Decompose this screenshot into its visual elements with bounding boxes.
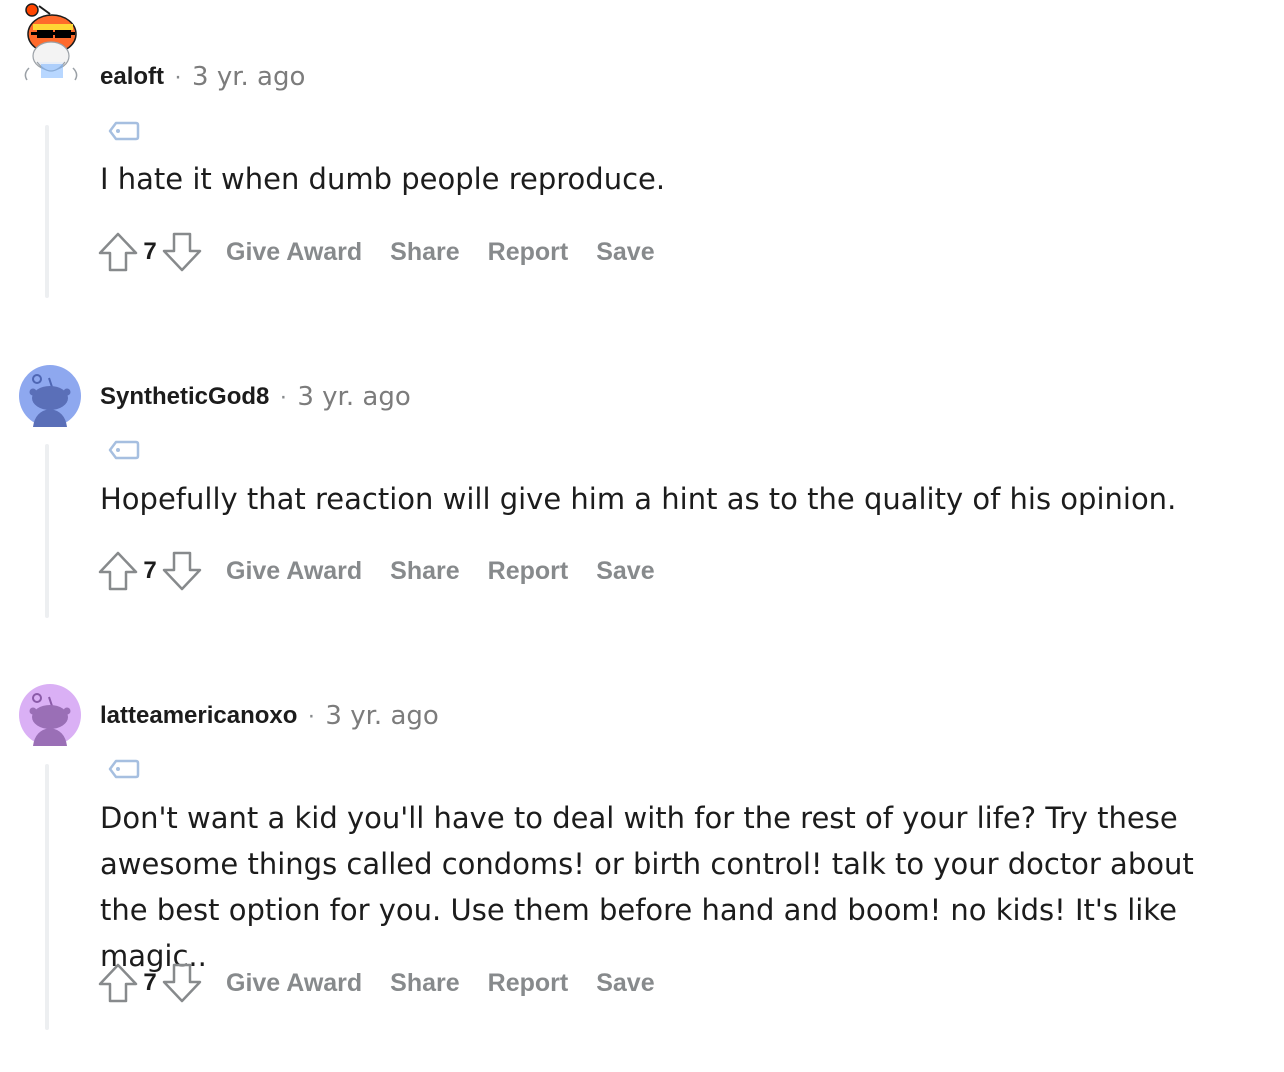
comment-body: Hopefully that reaction will give him a … <box>100 482 1177 516</box>
share-button[interactable]: Share <box>390 238 459 267</box>
downvote-button[interactable] <box>160 961 204 1005</box>
upvote-button[interactable] <box>96 961 140 1005</box>
user-avatar[interactable] <box>19 3 81 90</box>
author-username[interactable]: SyntheticGod8 <box>100 383 269 411</box>
share-button[interactable]: Share <box>390 969 459 998</box>
flair-tag-icon <box>108 440 140 460</box>
report-button[interactable]: Report <box>488 969 569 998</box>
snoo-sunglasses-avatar-icon <box>24 3 78 81</box>
save-button[interactable]: Save <box>596 238 654 267</box>
author-username[interactable]: ealoft <box>100 63 164 91</box>
snoo-default-blue-avatar-icon <box>19 365 81 427</box>
vote-score: 7 <box>143 238 157 265</box>
user-avatar[interactable] <box>19 365 81 427</box>
author-username[interactable]: latteamericanoxo <box>100 702 297 730</box>
comment-meta: ealoft · 3 yr. ago <box>100 62 305 92</box>
give-award-button[interactable]: Give Award <box>226 238 362 267</box>
downvote-button[interactable] <box>160 549 204 593</box>
snoo-default-purple-avatar-icon <box>19 684 81 746</box>
give-award-button[interactable]: Give Award <box>226 969 362 998</box>
downvote-arrow-icon <box>162 963 202 1003</box>
report-button[interactable]: Report <box>488 238 569 267</box>
comment-body: I hate it when dumb people reproduce. <box>100 162 666 196</box>
flair-tag-icon <box>108 121 140 141</box>
comment-meta: SyntheticGod8 · 3 yr. ago <box>100 382 411 412</box>
comment-timestamp[interactable]: 3 yr. ago <box>325 701 438 731</box>
comment-actions: 7 Give Award Share Report Save <box>96 961 655 1005</box>
thread-collapse-line[interactable] <box>45 444 49 618</box>
vote-score: 7 <box>143 557 157 584</box>
downvote-arrow-icon <box>162 551 202 591</box>
report-button[interactable]: Report <box>488 557 569 586</box>
vote-score: 7 <box>143 969 157 996</box>
thread-collapse-line[interactable] <box>45 764 49 1030</box>
upvote-button[interactable] <box>96 230 140 274</box>
comment-body: Don't want a kid you'll have to deal wit… <box>100 801 1194 973</box>
meta-separator: · <box>307 702 316 729</box>
save-button[interactable]: Save <box>596 969 654 998</box>
save-button[interactable]: Save <box>596 557 654 586</box>
comment-meta: latteamericanoxo · 3 yr. ago <box>100 701 439 731</box>
flair-tag-icon <box>108 759 140 779</box>
upvote-arrow-icon <box>98 232 138 272</box>
thread-collapse-line[interactable] <box>45 125 49 298</box>
share-button[interactable]: Share <box>390 557 459 586</box>
comment-actions: 7 Give Award Share Report Save <box>96 230 655 274</box>
upvote-button[interactable] <box>96 549 140 593</box>
meta-separator: · <box>279 383 288 410</box>
meta-separator: · <box>174 63 183 90</box>
give-award-button[interactable]: Give Award <box>226 557 362 586</box>
comment-timestamp[interactable]: 3 yr. ago <box>297 382 410 412</box>
upvote-arrow-icon <box>98 551 138 591</box>
comment-actions: 7 Give Award Share Report Save <box>96 549 655 593</box>
user-avatar[interactable] <box>19 684 81 746</box>
comment-timestamp[interactable]: 3 yr. ago <box>192 62 305 92</box>
downvote-arrow-icon <box>162 232 202 272</box>
downvote-button[interactable] <box>160 230 204 274</box>
upvote-arrow-icon <box>98 963 138 1003</box>
